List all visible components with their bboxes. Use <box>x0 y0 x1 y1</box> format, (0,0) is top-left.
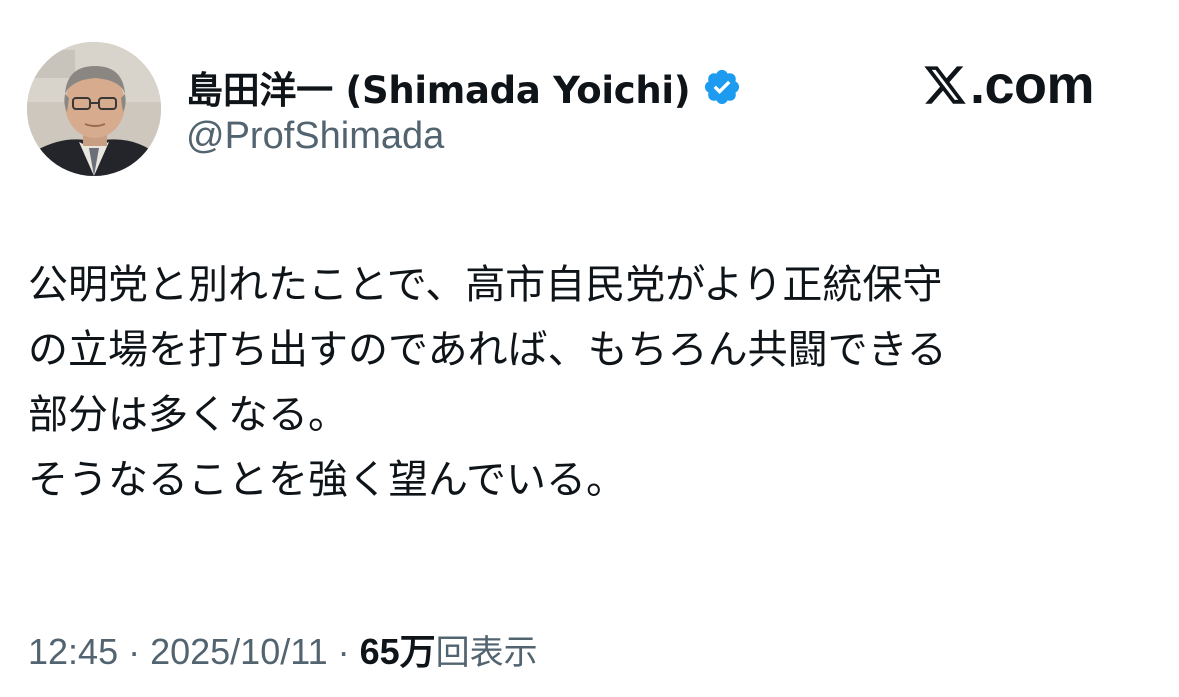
views-count[interactable]: 65万 <box>360 623 436 675</box>
tweet-text-line: の立場を打ち出すのであれば、もちろん共闘できる <box>28 327 947 373</box>
brand-suffix: .com <box>970 55 1095 115</box>
meta-separator: · <box>337 631 350 672</box>
tweet-time[interactable]: 12:45 <box>28 631 118 673</box>
avatar[interactable] <box>27 42 161 176</box>
author-handle[interactable]: @ProfShimada <box>186 115 444 158</box>
tweet-date[interactable]: 2025/10/11 <box>150 631 328 673</box>
tweet-text-line: 公明党と別れたことで、高市自民党がより正統保守 <box>28 262 943 308</box>
meta-separator: · <box>128 631 141 672</box>
tweet-text-line: 部分は多くなる。 <box>28 392 348 438</box>
person-photo-avatar-icon <box>27 42 161 176</box>
views-label: 回表示 <box>435 633 538 673</box>
x-brand-watermark: .com <box>922 54 1095 116</box>
verified-badge-icon <box>702 67 742 107</box>
author-name-row[interactable]: 島田洋一 (Shimada Yoichi) <box>186 60 742 114</box>
tweet-meta: 12:45 · 2025/10/11 · 65万 回表示 <box>28 623 538 675</box>
tweet-text-line: そうなることを強く望んでいる。 <box>28 457 626 503</box>
tweet-card: 島田洋一 (Shimada Yoichi) @ProfShimada .com … <box>0 0 1179 697</box>
x-logo-icon <box>922 60 968 110</box>
tweet-text: 公明党と別れたことで、高市自民党がより正統保守 の立場を打ち出すのであれば、もち… <box>28 253 1148 513</box>
author-display-name[interactable]: 島田洋一 (Shimada Yoichi) <box>186 60 691 114</box>
